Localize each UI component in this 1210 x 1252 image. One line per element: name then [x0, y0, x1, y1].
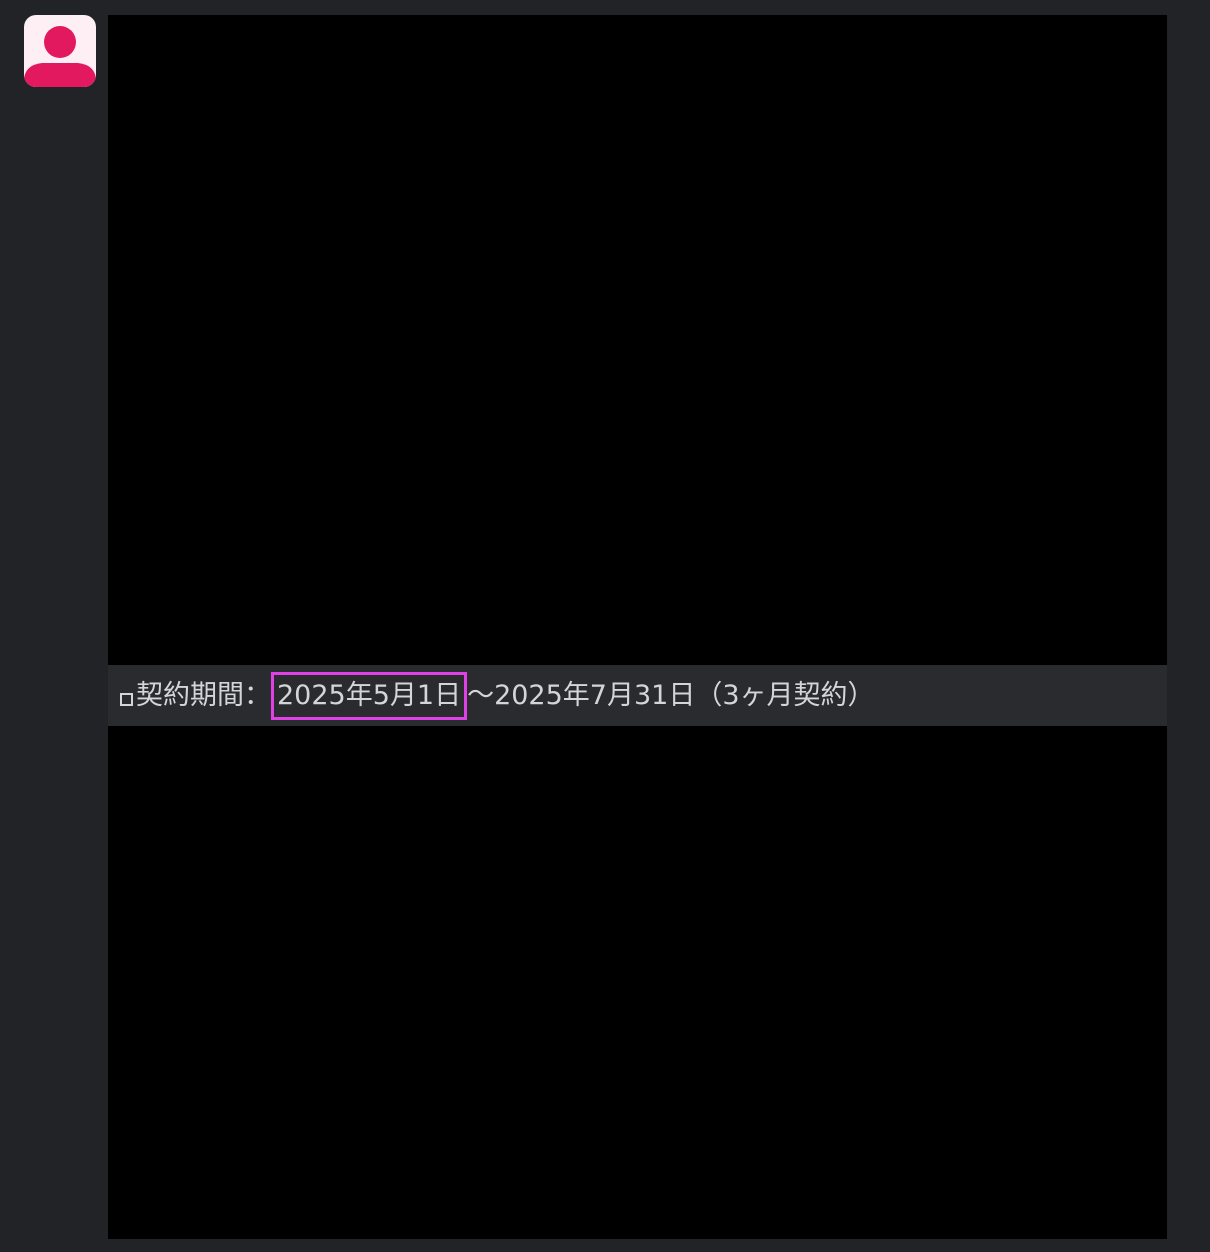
start-date-highlight: 2025年5月1日: [271, 672, 468, 720]
user-avatar[interactable]: [24, 15, 96, 87]
contract-period-label: 契約期間：: [136, 680, 271, 711]
redacted-image-bottom: [108, 726, 1167, 1239]
contract-period-rest: 〜2025年7月31日（3ヶ月契約）: [467, 680, 875, 711]
contract-period-line: 契約期間： 2025年5月1日 〜2025年7月31日（3ヶ月契約）: [108, 665, 1167, 726]
bullet-square-icon: [120, 693, 133, 706]
user-icon: [24, 26, 96, 87]
chat-message-view: 契約期間： 2025年5月1日 〜2025年7月31日（3ヶ月契約）: [0, 0, 1210, 1252]
redacted-image-top: [108, 15, 1167, 665]
